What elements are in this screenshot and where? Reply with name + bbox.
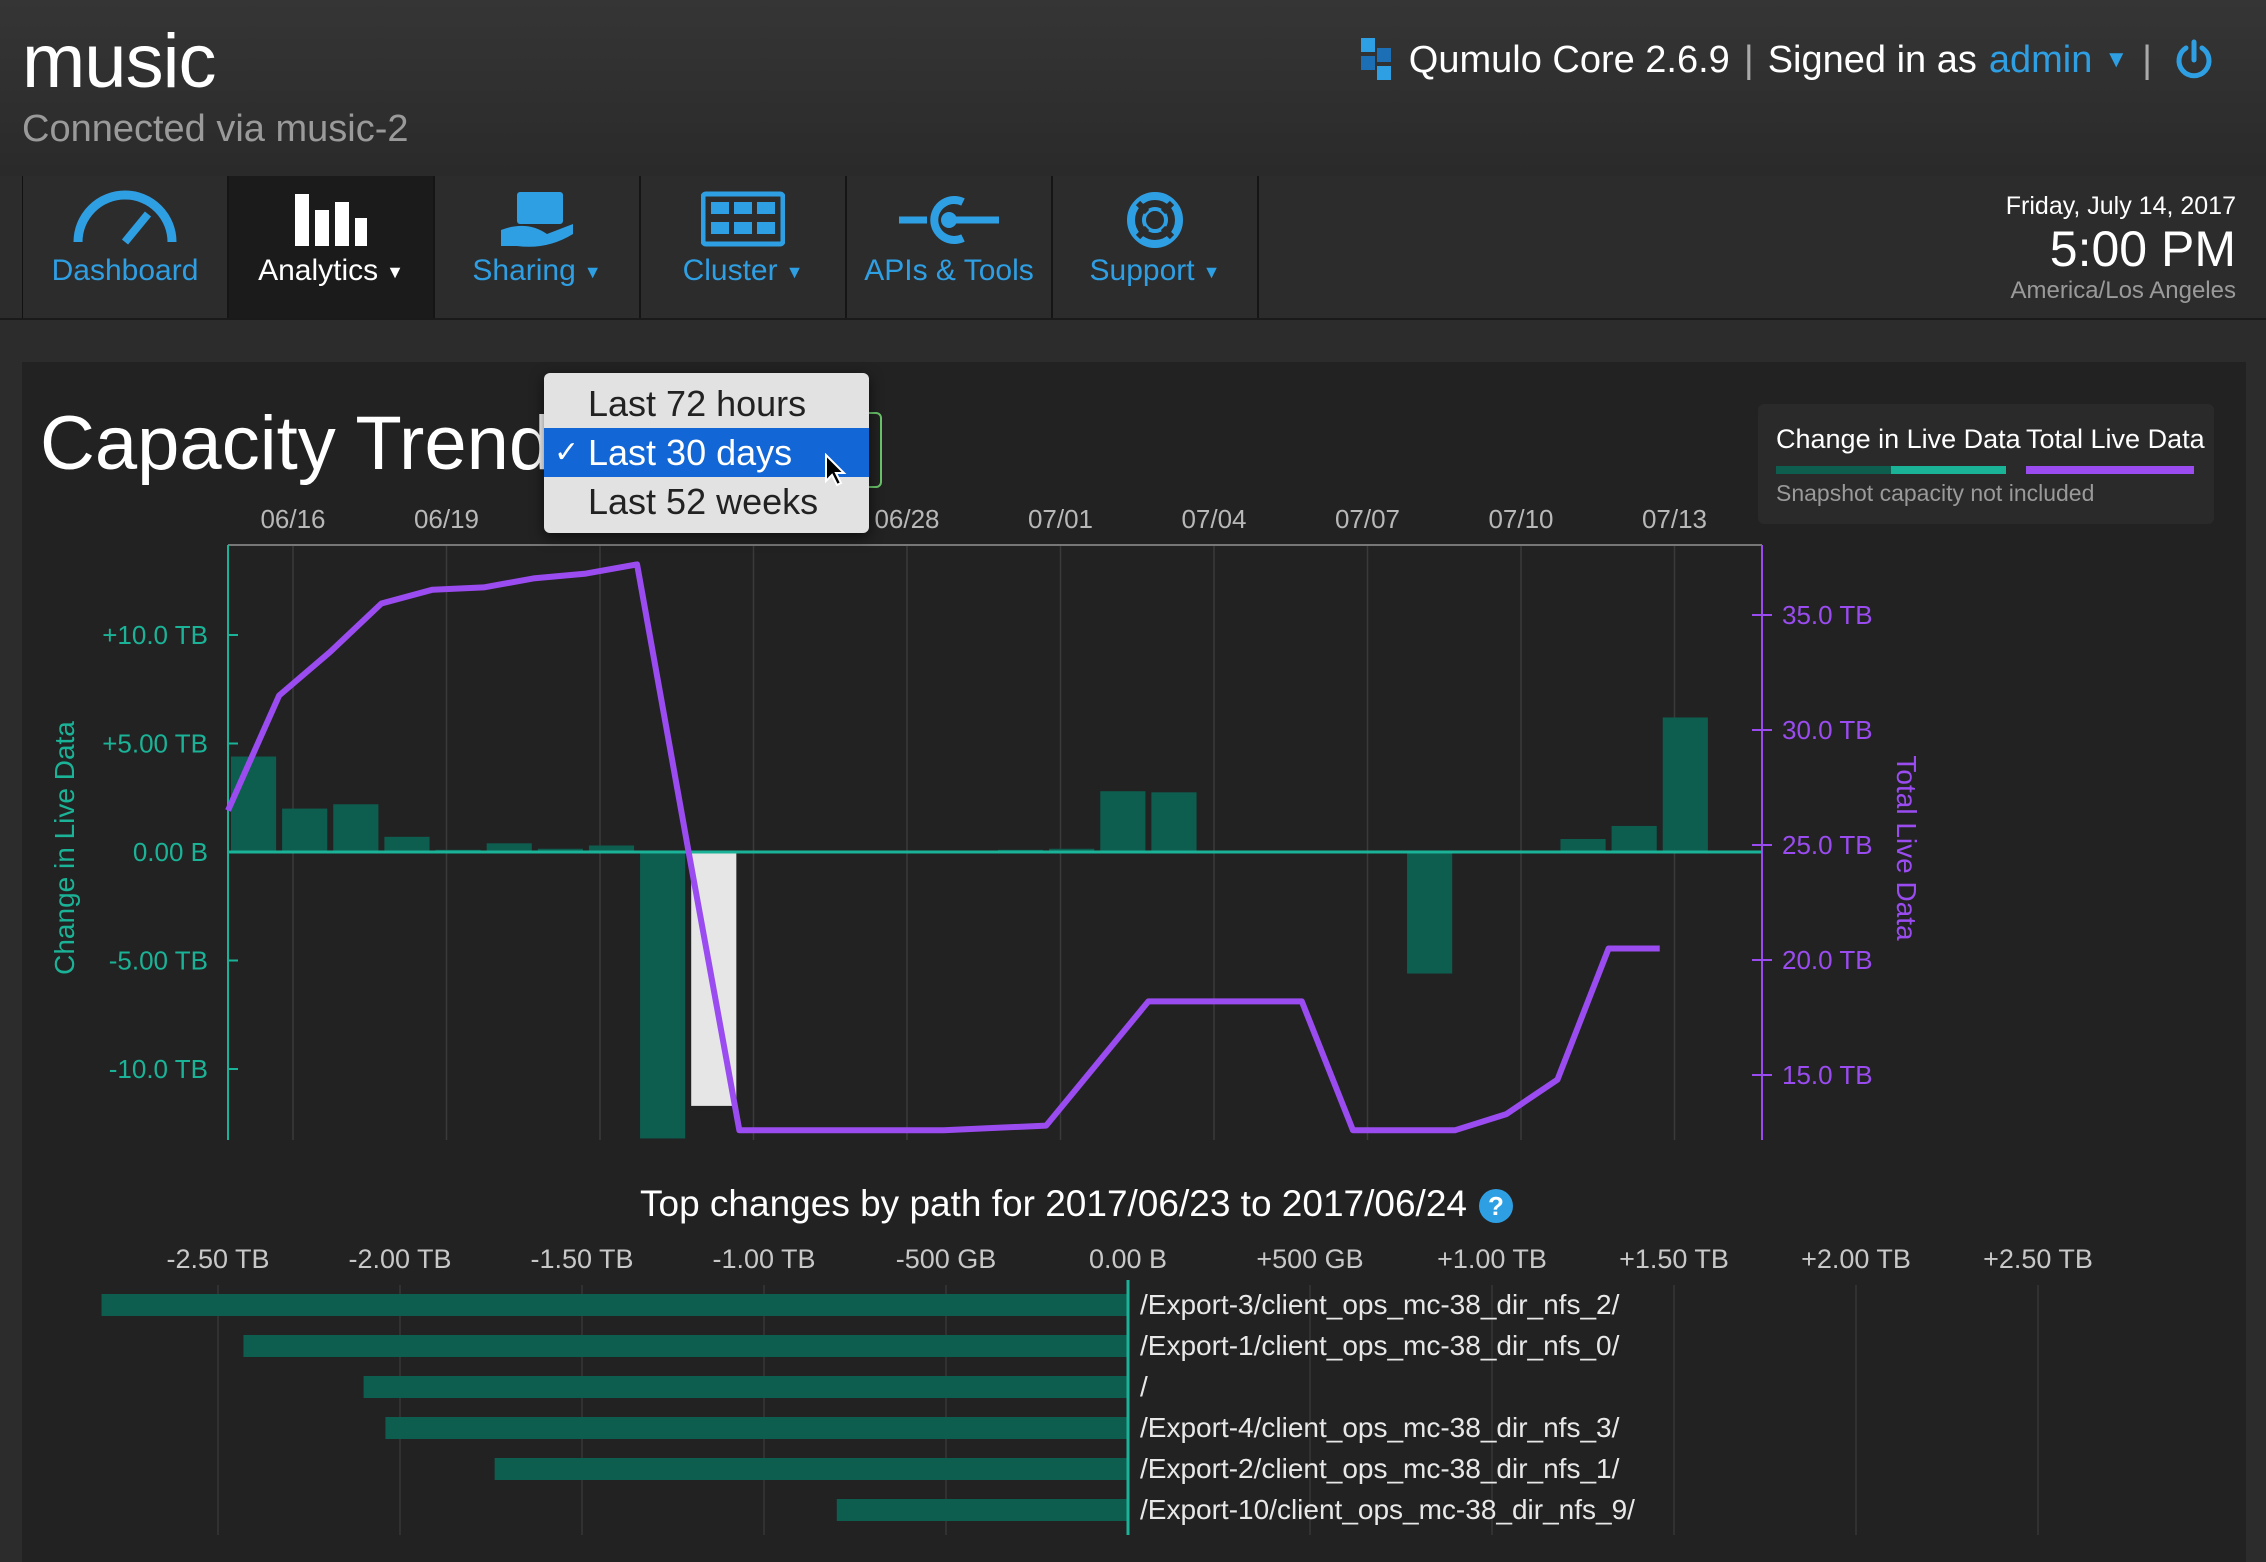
mouse-cursor-icon <box>825 453 847 487</box>
x-tick-label: 06/19 <box>414 504 479 534</box>
y2-tick-label: 15.0 TB <box>1782 1060 1873 1090</box>
change-bar <box>333 804 379 852</box>
x-tick-label: 07/10 <box>1488 504 1553 534</box>
path-label: /Export-1/client_ops_mc-38_dir_nfs_0/ <box>1140 1330 1620 1361</box>
x-tick-label: +500 GB <box>1256 1244 1363 1274</box>
y2-tick-label: 35.0 TB <box>1782 600 1873 630</box>
option-label: Last 72 hours <box>588 383 807 424</box>
path-label: / <box>1140 1371 1148 1402</box>
x-tick-label: -500 GB <box>896 1244 997 1274</box>
x-tick-label: 0.00 B <box>1089 1244 1167 1274</box>
x-tick-label: 06/16 <box>260 504 325 534</box>
change-bar <box>1100 791 1146 852</box>
path-label: /Export-4/client_ops_mc-38_dir_nfs_3/ <box>1140 1412 1620 1443</box>
x-tick-label: +2.50 TB <box>1983 1244 2093 1274</box>
x-tick-label: +1.50 TB <box>1619 1244 1729 1274</box>
x-tick-label: +1.00 TB <box>1437 1244 1547 1274</box>
x-tick-label: 07/04 <box>1181 504 1246 534</box>
path-change-bar <box>385 1417 1128 1439</box>
checkmark-icon: ✓ <box>554 436 580 469</box>
change-bar <box>1560 838 1606 852</box>
y-tick-label: 0.00 B <box>133 837 208 867</box>
change-bar <box>1662 717 1708 852</box>
option-label: Last 52 weeks <box>588 481 819 522</box>
change-bar <box>1611 825 1657 852</box>
change-bar <box>384 836 430 852</box>
change-bar <box>282 808 328 852</box>
chart-legend: Change in Live Data Total Live Data Snap… <box>1758 404 2214 524</box>
y-tick-label: +5.00 TB <box>102 729 208 759</box>
legend-change-label[interactable]: Change in Live Data <box>1776 424 2021 455</box>
path-change-bar <box>494 1458 1128 1480</box>
change-bar <box>1407 852 1453 974</box>
y2-tick-label: 20.0 TB <box>1782 945 1873 975</box>
x-tick-label: -1.00 TB <box>712 1244 815 1274</box>
path-change-bar <box>836 1499 1128 1521</box>
legend-change-swatch <box>1776 466 2006 474</box>
range-option-30d[interactable]: ✓ Last 30 days <box>544 428 869 477</box>
y2-axis-label: Total Live Data <box>1891 755 1922 941</box>
y-axis-label: Change in Live Data <box>49 721 80 975</box>
range-option-52w[interactable]: Last 52 weeks <box>544 477 869 526</box>
change-bar <box>231 756 277 852</box>
path-change-bar <box>363 1376 1129 1398</box>
option-label: Last 30 days <box>588 432 793 473</box>
y-tick-label: -10.0 TB <box>109 1054 208 1084</box>
range-option-72h[interactable]: Last 72 hours <box>544 379 869 428</box>
x-tick-label: -2.50 TB <box>166 1244 269 1274</box>
path-label: /Export-3/client_ops_mc-38_dir_nfs_2/ <box>1140 1289 1620 1320</box>
legend-total-swatch <box>2026 466 2194 474</box>
x-tick-label: +2.00 TB <box>1801 1244 1911 1274</box>
range-dropdown-menu: Last 72 hours ✓ Last 30 days Last 52 week… <box>544 373 869 533</box>
top-changes-title: Top changes by path for 2017/06/23 to 20… <box>640 1183 1513 1225</box>
help-icon[interactable]: ? <box>1479 1189 1513 1224</box>
x-tick-label: 07/13 <box>1642 504 1707 534</box>
change-bar <box>1151 792 1197 852</box>
path-change-bar <box>243 1335 1129 1357</box>
path-label: /Export-2/client_ops_mc-38_dir_nfs_1/ <box>1140 1453 1620 1484</box>
x-tick-label: 06/28 <box>874 504 939 534</box>
change-bar <box>640 852 686 1139</box>
x-tick-label: 07/01 <box>1028 504 1093 534</box>
x-tick-label: -2.00 TB <box>348 1244 451 1274</box>
y-tick-label: -5.00 TB <box>109 946 208 976</box>
x-tick-label: 07/07 <box>1335 504 1400 534</box>
y2-tick-label: 30.0 TB <box>1782 715 1873 745</box>
legend-total-label[interactable]: Total Live Data <box>2026 424 2205 455</box>
path-change-bar <box>101 1294 1128 1316</box>
legend-note: Snapshot capacity not included <box>1776 480 2095 506</box>
x-tick-label: -1.50 TB <box>530 1244 633 1274</box>
total-live-data-line <box>225 561 1660 1134</box>
y2-tick-label: 25.0 TB <box>1782 830 1873 860</box>
capacity-trends-chart: 06/1606/1906/2206/2506/2807/0107/0407/07… <box>49 504 2093 1535</box>
top-changes-title-text: Top changes by path for 2017/06/23 to 20… <box>640 1183 1467 1224</box>
path-label: /Export-10/client_ops_mc-38_dir_nfs_9/ <box>1140 1494 1635 1525</box>
y-tick-label: +10.0 TB <box>102 620 208 650</box>
